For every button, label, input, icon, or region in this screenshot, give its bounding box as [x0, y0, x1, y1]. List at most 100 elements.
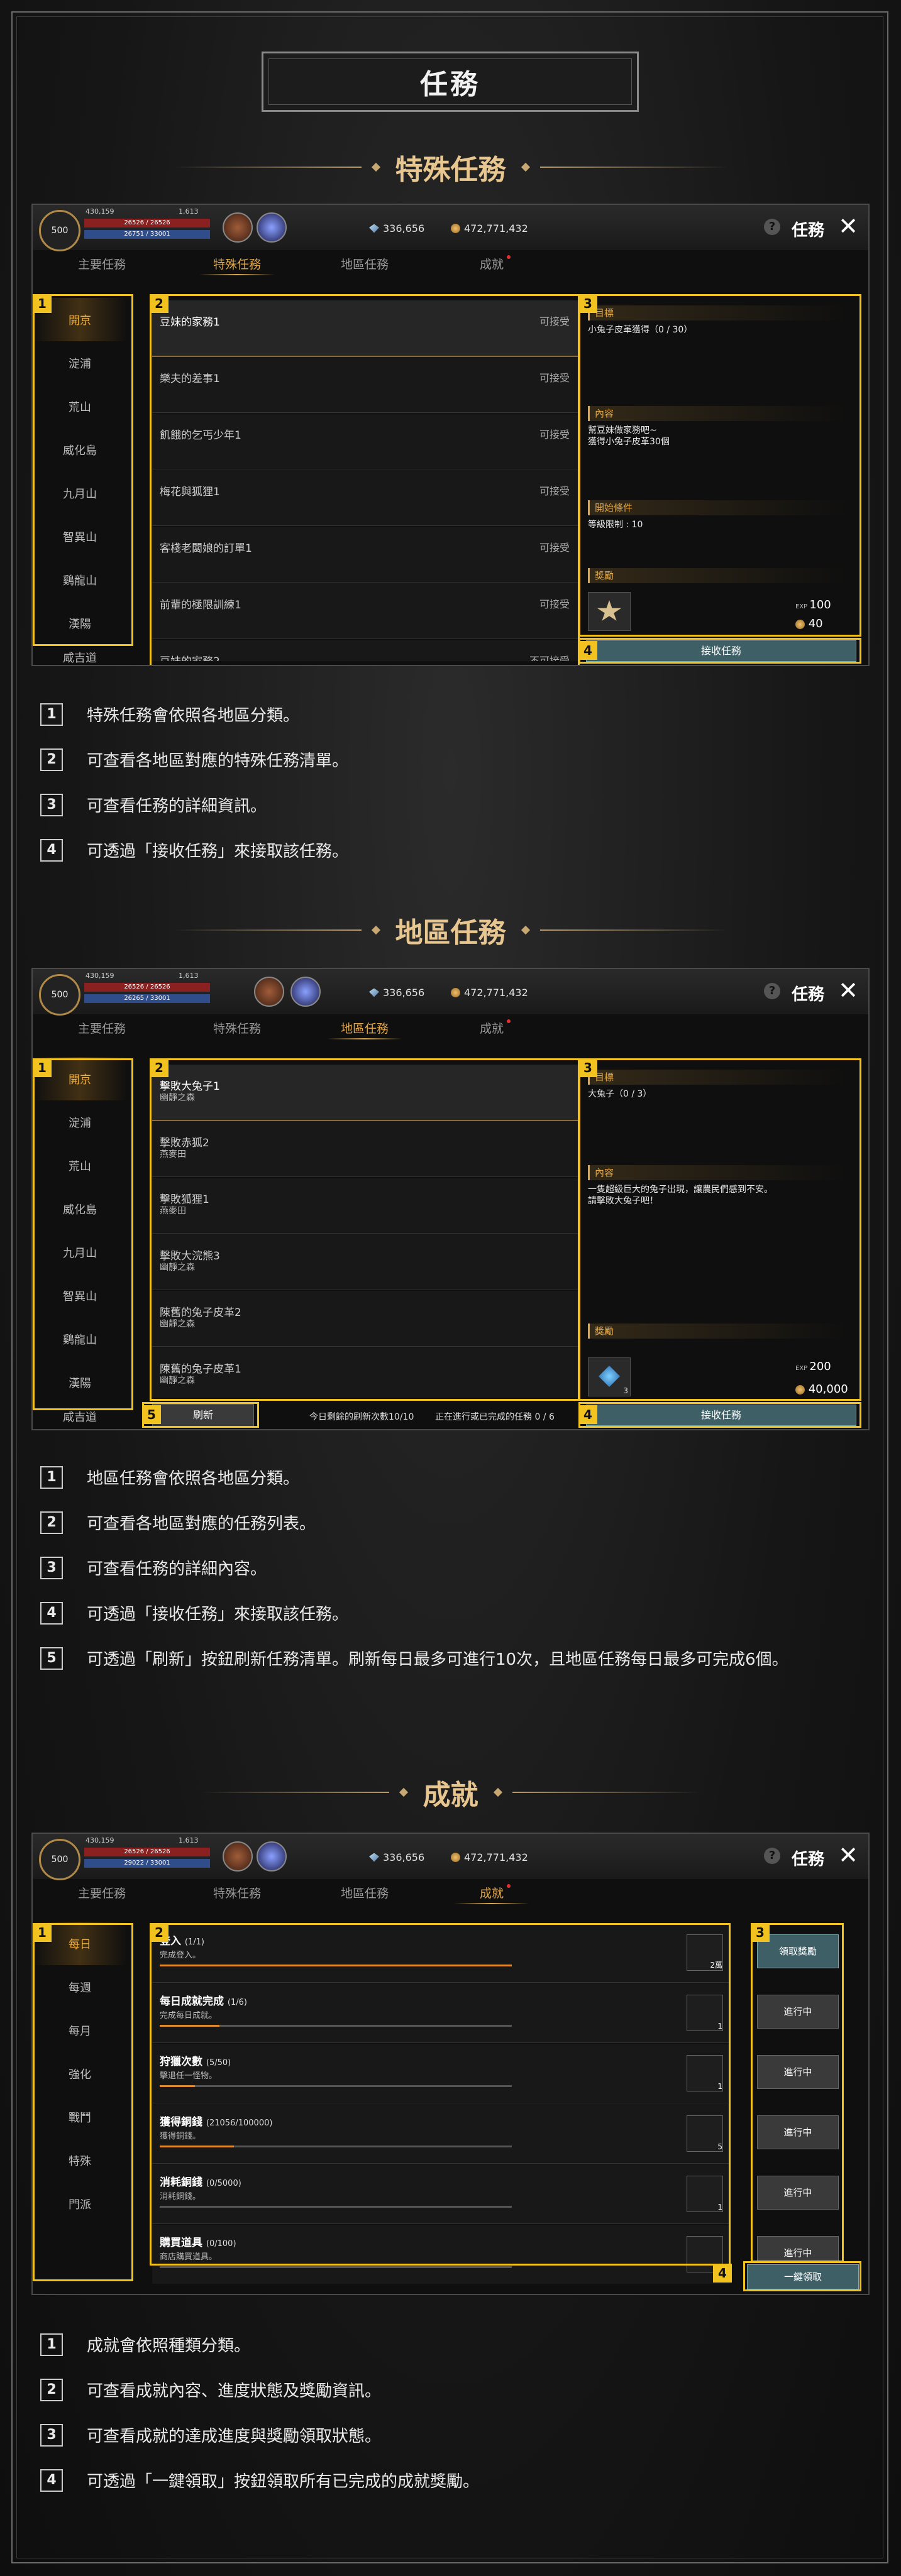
badge-3: 3	[578, 294, 597, 313]
window-title: 任務	[791, 221, 824, 240]
gem-icon	[369, 224, 379, 233]
note-item: 2 可查看各地區對應的特殊任務清單。	[40, 748, 348, 771]
player-avatar[interactable]: 500	[39, 1839, 80, 1880]
stat-speed: 1,613	[179, 207, 199, 216]
hp-bar: 26526 / 26526	[84, 983, 210, 992]
notification-dot	[507, 255, 511, 259]
gem-icon	[369, 1853, 379, 1862]
page-title: 任務	[420, 69, 480, 101]
player-avatar[interactable]: 500	[39, 974, 80, 1016]
refresh-count: 今日剩餘的刷新次數10/10	[309, 1412, 414, 1422]
hp-bar: 26526 / 26526	[84, 219, 210, 227]
region-item[interactable]: 咸吉道	[33, 645, 127, 665]
tab-achievement[interactable]: 成就	[448, 255, 536, 272]
note-item: 1 特殊任務會依照各地區分類。	[40, 703, 299, 726]
note-item: 1 地區任務會依照各地區分類。	[40, 1466, 299, 1489]
tab-special[interactable]: 特殊任務	[193, 1884, 281, 1901]
close-icon[interactable]: ✕	[838, 978, 858, 1003]
coin-counter: 472,771,432	[451, 987, 528, 999]
section-heading-region: 地區任務	[0, 911, 901, 949]
player-avatar[interactable]: 500	[39, 210, 80, 251]
buff-icon[interactable]	[290, 977, 321, 1007]
window-title: 任務	[791, 1850, 824, 1869]
tab-region[interactable]: 地區任務	[321, 255, 409, 272]
stat-power: 430,159	[86, 972, 114, 980]
tab-region[interactable]: 地區任務	[321, 1019, 409, 1039]
coin-icon	[451, 988, 460, 997]
progress-bar	[160, 2266, 512, 2268]
note-item: 5 可透過「刷新」按鈕刷新任務清單。刷新每日最多可進行10次，且地區任務每日最多可…	[40, 1647, 788, 1670]
gem-counter: 336,656	[369, 987, 424, 999]
note-item: 2 可查看各地區對應的任務列表。	[40, 1511, 316, 1534]
tab-bar: 主要任務 特殊任務 地區任務 成就	[33, 250, 868, 275]
coin-counter: 472,771,432	[451, 222, 528, 234]
gem-icon	[369, 988, 379, 997]
highlight-4	[578, 638, 861, 664]
close-icon[interactable]: ✕	[838, 214, 858, 239]
buff-icon[interactable]	[257, 212, 287, 243]
gem-counter: 336,656	[369, 222, 424, 234]
badge-5: 5	[142, 1405, 161, 1424]
help-icon[interactable]: ?	[764, 219, 780, 235]
buff-icon[interactable]	[223, 212, 253, 243]
badge-1: 1	[33, 1058, 52, 1077]
note-item: 3 可查看任務的詳細資訊。	[40, 793, 267, 816]
tab-main[interactable]: 主要任務	[58, 255, 146, 272]
section-heading-special: 特殊任務	[0, 148, 901, 186]
completed-count: 正在進行或已完成的任務 0 / 6	[435, 1412, 555, 1422]
tab-region[interactable]: 地區任務	[321, 1884, 409, 1901]
help-icon[interactable]: ?	[764, 983, 780, 999]
highlight-4	[578, 1402, 861, 1428]
tab-main[interactable]: 主要任務	[58, 1019, 146, 1036]
top-bar: 500 430,159 1,613 26526 / 26526 26265 / …	[33, 969, 868, 1016]
mp-bar: 26751 / 33001	[84, 230, 210, 239]
help-icon[interactable]: ?	[764, 1848, 780, 1864]
top-bar: 500 430,159 1,613 26526 / 26526 26751 / …	[33, 205, 868, 251]
tab-achievement[interactable]: 成就	[448, 1884, 536, 1904]
tab-bar: 主要任務 特殊任務 地區任務 成就	[33, 1879, 868, 1904]
stat-power: 430,159	[86, 1836, 114, 1844]
highlight-3	[578, 1058, 861, 1401]
page-title-plate: 任務	[262, 52, 639, 112]
highlight-4	[743, 2261, 861, 2291]
section-title: 特殊任務	[395, 154, 506, 186]
tab-achievement[interactable]: 成就	[448, 1019, 536, 1036]
tab-special[interactable]: 特殊任務	[193, 255, 281, 275]
badge-4: 4	[578, 1405, 597, 1424]
tab-main[interactable]: 主要任務	[58, 1884, 146, 1901]
note-item: 4 可透過「接收任務」來接取該任務。	[40, 838, 348, 862]
mp-bar: 29022 / 33001	[84, 1859, 210, 1868]
badge-1: 1	[33, 294, 52, 313]
close-icon[interactable]: ✕	[838, 1843, 858, 1868]
highlight-3	[578, 294, 861, 637]
tab-bar: 主要任務 特殊任務 地區任務 成就	[33, 1014, 868, 1039]
quest-window-special: 500 430,159 1,613 26526 / 26526 26751 / …	[31, 204, 870, 666]
highlight-2	[150, 1058, 580, 1401]
buff-icon[interactable]	[223, 1841, 253, 1872]
highlight-1	[33, 1923, 133, 2281]
window-title: 任務	[791, 985, 824, 1004]
buff-icon[interactable]	[257, 1841, 287, 1872]
hp-bar: 26526 / 26526	[84, 1848, 210, 1856]
mp-bar: 26265 / 33001	[84, 994, 210, 1003]
stat-power: 430,159	[86, 207, 114, 216]
badge-2: 2	[150, 1058, 169, 1077]
note-item: 1 成就會依照種類分類。	[40, 2333, 250, 2356]
highlight-2	[150, 1923, 731, 2266]
note-item: 4 可透過「接收任務」來接取該任務。	[40, 1601, 348, 1625]
coin-icon	[451, 1853, 460, 1862]
notification-dot	[507, 1884, 511, 1888]
badge-2: 2	[150, 294, 169, 313]
section-title: 成就	[423, 1779, 478, 1811]
highlight-1	[33, 1058, 133, 1410]
note-item: 3 可查看任務的詳細內容。	[40, 1556, 267, 1579]
buff-icon[interactable]	[254, 977, 284, 1007]
note-item: 4 可透過「一鍵領取」按鈕領取所有已完成的成就獎勵。	[40, 2469, 479, 2492]
quest-window-achievement: 500 430,159 1,613 26526 / 26526 29022 / …	[31, 1833, 870, 2295]
gem-counter: 336,656	[369, 1851, 424, 1863]
badge-1: 1	[33, 1923, 52, 1942]
badge-4: 4	[713, 2264, 732, 2283]
tab-special[interactable]: 特殊任務	[193, 1019, 281, 1036]
note-item: 2 可查看成就內容、進度狀態及獎勵資訊。	[40, 2378, 381, 2401]
top-bar: 500 430,159 1,613 26526 / 26526 29022 / …	[33, 1834, 868, 1880]
